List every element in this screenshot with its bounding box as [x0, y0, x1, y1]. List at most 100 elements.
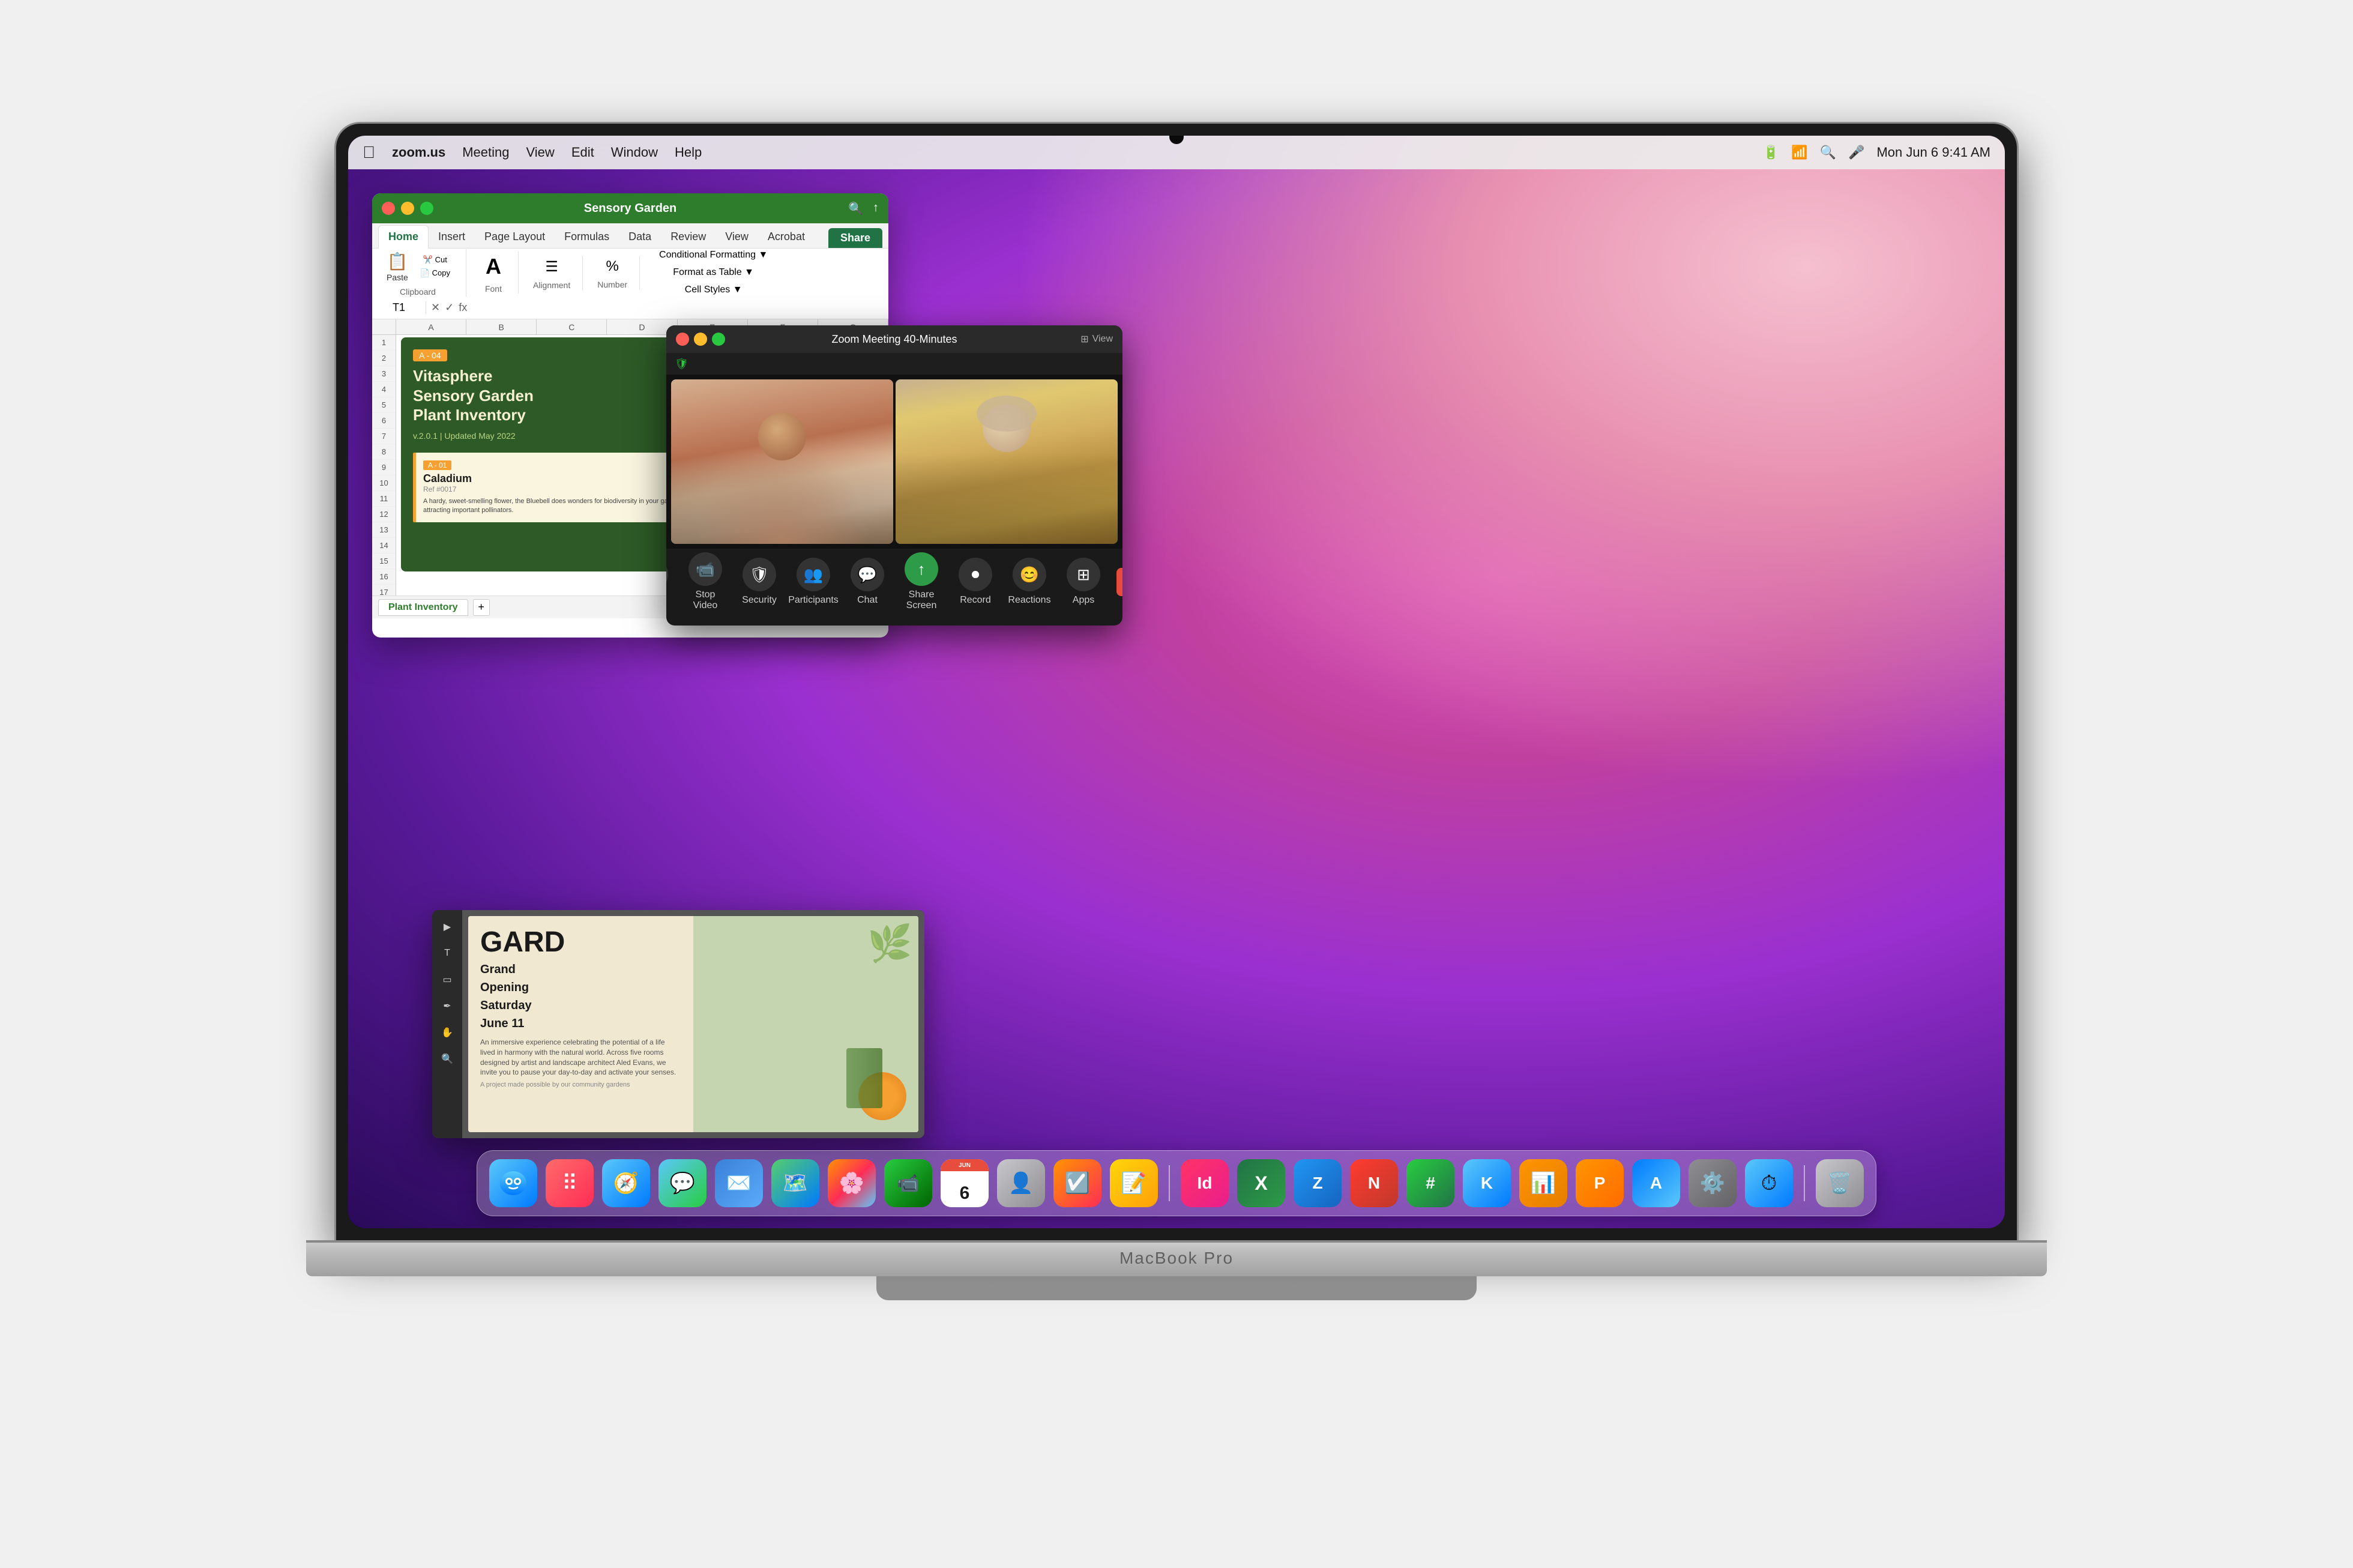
dock-zoom[interactable]: Z [1294, 1159, 1342, 1207]
share-icon[interactable]: ↑ [873, 201, 879, 216]
news-icon: N [1368, 1174, 1380, 1193]
zoom-fullscreen-button[interactable] [712, 333, 725, 346]
window-menu[interactable]: Window [611, 145, 658, 160]
edit-menu[interactable]: Edit [571, 145, 594, 160]
close-button[interactable] [382, 202, 395, 215]
mail-icon: ✉️ [726, 1171, 752, 1195]
dock-finder[interactable] [489, 1159, 537, 1207]
font-selector[interactable]: A [481, 252, 506, 282]
clock: Mon Jun 6 9:41 AM [1876, 145, 1990, 160]
pen-tool[interactable]: ✒ [436, 995, 458, 1017]
tab-view[interactable]: View [716, 226, 758, 248]
tab-insert[interactable]: Insert [429, 226, 475, 248]
search-icon[interactable]: 🔍 [1820, 145, 1836, 160]
cancel-formula-icon[interactable]: ✕ [431, 301, 440, 314]
plant-inventory-tab[interactable]: Plant Inventory [378, 599, 468, 616]
dock-notes[interactable]: 📝 [1110, 1159, 1158, 1207]
dock-settings[interactable]: ⚙️ [1689, 1159, 1737, 1207]
format-as-table-button[interactable]: Format as Table ▼ [654, 265, 773, 280]
align-button[interactable]: ☰ [540, 256, 563, 278]
apps-button[interactable]: ⊞ Apps [1062, 558, 1104, 606]
reactions-button[interactable]: 😊 Reactions [1008, 558, 1050, 606]
tab-page-layout[interactable]: Page Layout [475, 226, 555, 248]
bars-chart-icon: 📊 [1531, 1171, 1556, 1195]
conditional-formatting-button[interactable]: Conditional Formatting ▼ [654, 247, 773, 263]
dock-maps[interactable]: 🗺️ [771, 1159, 819, 1207]
menubar-right: 🔋 📶 🔍 🎤 Mon Jun 6 9:41 AM [1763, 145, 1990, 160]
dock-safari[interactable]: 🧭 [602, 1159, 650, 1207]
participants-button[interactable]: 👥 Participants [792, 558, 834, 606]
dock-excel[interactable]: X [1237, 1159, 1285, 1207]
dock-indesign[interactable]: Id [1181, 1159, 1229, 1207]
dock-screentime[interactable]: ⏱ [1745, 1159, 1793, 1207]
rect-tool[interactable]: ▭ [436, 969, 458, 991]
paste-button[interactable]: 📋 Paste [382, 249, 413, 285]
indesign-tools: ▶ T ▭ ✒ ✋ 🔍 [432, 910, 462, 1138]
dock-mail[interactable]: ✉️ [715, 1159, 763, 1207]
number-format-button[interactable]: % [601, 256, 623, 277]
apple-logo-icon[interactable]:  [363, 143, 375, 162]
share-screen-button[interactable]: ↑ Share Screen [900, 552, 942, 611]
dock-trash[interactable]: 🗑️ [1816, 1159, 1864, 1207]
mute-button[interactable]: 🎤 Mute [666, 558, 672, 606]
dock-news[interactable]: N [1350, 1159, 1398, 1207]
minimize-button[interactable] [401, 202, 414, 215]
meeting-menu[interactable]: Meeting [462, 145, 509, 160]
alignment-buttons: ☰ [540, 256, 563, 278]
cell-styles-button[interactable]: Cell Styles ▼ [654, 282, 773, 298]
dock-numbers[interactable]: # [1406, 1159, 1454, 1207]
chat-button[interactable]: 💬 Chat [846, 558, 888, 606]
dock-appstore[interactable]: A [1632, 1159, 1680, 1207]
view-menu[interactable]: View [526, 145, 555, 160]
tab-data[interactable]: Data [619, 226, 661, 248]
hand-tool[interactable]: ✋ [436, 1022, 458, 1043]
dock-facetime[interactable]: 📹 [884, 1159, 932, 1207]
copy-button[interactable]: 📄 Copy [417, 267, 454, 279]
stop-video-button[interactable]: 📹 Stop Video [684, 552, 726, 611]
cell-reference[interactable]: T1 [378, 301, 426, 314]
keynote-icon: K [1481, 1174, 1493, 1193]
tab-formulas[interactable]: Formulas [555, 226, 619, 248]
confirm-formula-icon[interactable]: ✓ [445, 301, 454, 314]
participant-2 [896, 379, 1118, 544]
zoom-icon: Z [1312, 1174, 1322, 1193]
poster-big-text: GARD [480, 928, 681, 957]
grid-icon: ⊞ [1080, 333, 1088, 345]
dock-contacts[interactable]: 👤 [997, 1159, 1045, 1207]
indesign-window[interactable]: ▶ T ▭ ✒ ✋ 🔍 GARD [432, 910, 924, 1138]
tab-home[interactable]: Home [378, 225, 429, 249]
participant-2-video [896, 379, 1118, 544]
dock-launchpad[interactable]: ⠿ [546, 1159, 594, 1207]
dock-reminders[interactable]: ☑️ [1053, 1159, 1101, 1207]
record-button[interactable]: ⏺ Record [954, 558, 996, 606]
fullscreen-button[interactable] [420, 202, 433, 215]
dock-photos[interactable]: 🌸 [828, 1159, 876, 1207]
zoom-close-button[interactable] [676, 333, 689, 346]
end-meeting-button[interactable]: End [1116, 568, 1122, 596]
tab-review[interactable]: Review [661, 226, 716, 248]
dock-calendar[interactable]: JUN 6 [941, 1159, 989, 1207]
zoom-window[interactable]: Zoom Meeting 40-Minutes ⊞ View 🛡 [666, 325, 1122, 626]
app-name-menu[interactable]: zoom.us [392, 145, 445, 160]
siri-icon[interactable]: 🎤 [1848, 145, 1864, 160]
zoom-minimize-button[interactable] [694, 333, 707, 346]
dock-bars[interactable]: 📊 [1519, 1159, 1567, 1207]
add-sheet-button[interactable]: + [473, 599, 490, 616]
text-tool[interactable]: T [436, 942, 458, 964]
security-button[interactable]: 🛡 Security [738, 558, 780, 606]
fx-icon[interactable]: fx [459, 301, 467, 314]
select-tool[interactable]: ▶ [436, 916, 458, 938]
dock-keynote[interactable]: K [1463, 1159, 1511, 1207]
pages-icon: P [1594, 1174, 1606, 1193]
record-label: Record [960, 595, 991, 606]
search-icon[interactable]: 🔍 [848, 201, 863, 216]
zoom-tool[interactable]: 🔍 [436, 1048, 458, 1070]
zoom-view-button[interactable]: ⊞ View [1080, 333, 1113, 345]
share-button[interactable]: Share [828, 228, 882, 248]
tab-acrobat[interactable]: Acrobat [758, 226, 815, 248]
cut-button[interactable]: ✂️ Cut [417, 254, 454, 266]
dock-messages[interactable]: 💬 [658, 1159, 707, 1207]
help-menu[interactable]: Help [675, 145, 702, 160]
screentime-icon: ⏱ [1761, 1172, 1777, 1195]
dock-pages[interactable]: P [1576, 1159, 1624, 1207]
